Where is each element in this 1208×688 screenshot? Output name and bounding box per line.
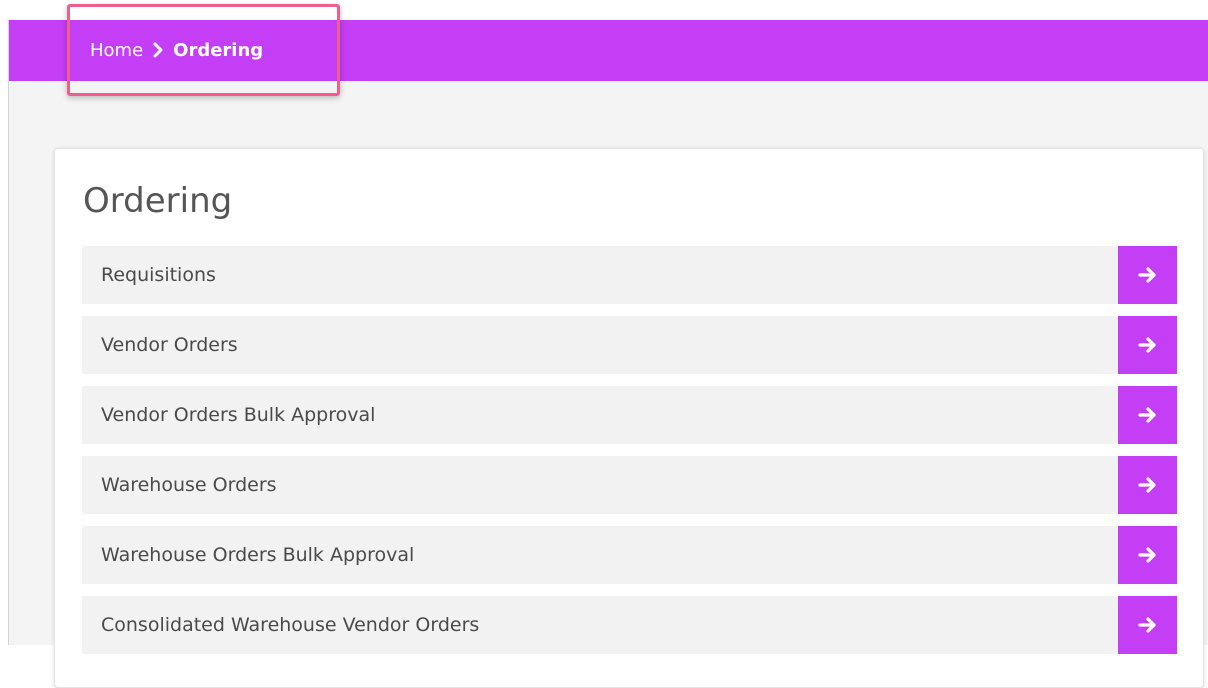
- arrow-right-icon: [1137, 477, 1156, 493]
- app-frame: Home Ordering Ordering Requisitions Vend…: [8, 20, 1208, 688]
- open-consolidated-warehouse-vendor-orders-button[interactable]: [1118, 596, 1177, 654]
- menu-item-label: Requisitions: [101, 264, 216, 286]
- open-vendor-orders-button[interactable]: [1118, 316, 1177, 374]
- menu-item-label: Vendor Orders Bulk Approval: [101, 404, 376, 426]
- menu-item-warehouse-orders-bulk-approval[interactable]: Warehouse Orders Bulk Approval: [82, 526, 1177, 584]
- page-title: Ordering: [83, 181, 233, 221]
- chevron-right-icon: [143, 37, 173, 63]
- menu-item-label: Vendor Orders: [101, 334, 238, 356]
- menu-item-label: Warehouse Orders: [101, 474, 277, 496]
- arrow-right-icon: [1137, 547, 1156, 563]
- ordering-menu-list: Requisitions Vendor Orders Vendor Orders…: [82, 246, 1177, 666]
- open-vendor-orders-bulk-approval-button[interactable]: [1118, 386, 1177, 444]
- open-warehouse-orders-button[interactable]: [1118, 456, 1177, 514]
- menu-item-label: Warehouse Orders Bulk Approval: [101, 544, 415, 566]
- arrow-right-icon: [1137, 617, 1156, 633]
- menu-item-consolidated-warehouse-vendor-orders[interactable]: Consolidated Warehouse Vendor Orders: [82, 596, 1177, 654]
- breadcrumb: Home Ordering: [90, 37, 263, 63]
- menu-item-requisitions[interactable]: Requisitions: [82, 246, 1177, 304]
- menu-item-warehouse-orders[interactable]: Warehouse Orders: [82, 456, 1177, 514]
- arrow-right-icon: [1137, 267, 1156, 283]
- menu-item-vendor-orders-bulk-approval[interactable]: Vendor Orders Bulk Approval: [82, 386, 1177, 444]
- arrow-right-icon: [1137, 337, 1156, 353]
- top-bar: Home Ordering: [9, 20, 1208, 81]
- menu-item-vendor-orders[interactable]: Vendor Orders: [82, 316, 1177, 374]
- ordering-card: Ordering Requisitions Vendor Orders Vend…: [54, 148, 1204, 688]
- arrow-right-icon: [1137, 407, 1156, 423]
- breadcrumb-home-link[interactable]: Home: [90, 40, 143, 61]
- open-warehouse-orders-bulk-approval-button[interactable]: [1118, 526, 1177, 584]
- menu-item-label: Consolidated Warehouse Vendor Orders: [101, 614, 480, 636]
- breadcrumb-current: Ordering: [173, 39, 264, 61]
- open-requisitions-button[interactable]: [1118, 246, 1177, 304]
